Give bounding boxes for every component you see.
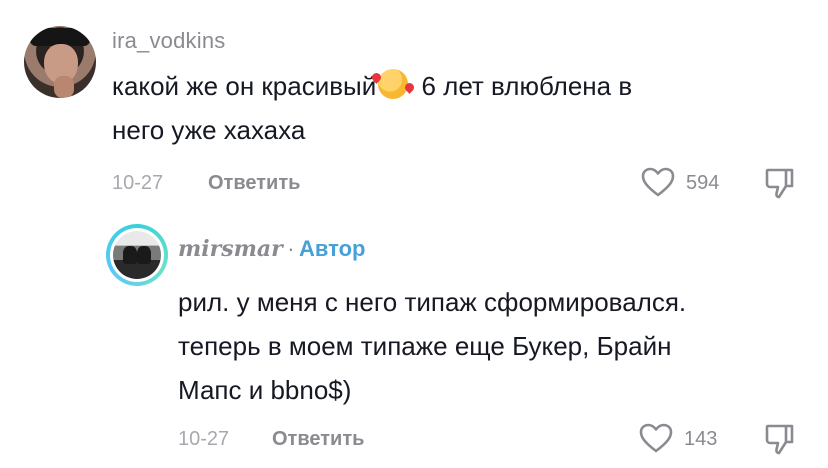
avatar[interactable]: [24, 26, 96, 98]
smiling-face-with-hearts-icon: [378, 69, 409, 99]
reply-button[interactable]: Ответить: [272, 428, 364, 451]
author-badge: Автор: [298, 236, 366, 261]
like-count: 594: [686, 172, 720, 194]
heart-outline-icon: [641, 167, 675, 197]
comment-text: рил. у меня с него типаж сформировался. …: [178, 280, 808, 412]
separator-dot: ·: [287, 236, 295, 261]
avatar[interactable]: [106, 224, 168, 286]
reply-button[interactable]: Ответить: [208, 172, 300, 195]
comment-username[interactable]: ira_vodkins: [112, 28, 225, 54]
comment-username[interactable]: mirsmar: [178, 236, 283, 262]
avatar-inner: [110, 228, 164, 282]
comment-text-line: Мапс и bbno$): [178, 375, 352, 405]
comment-text-part: какой же он красивый: [112, 71, 377, 101]
avatar-hand-shape: [54, 76, 74, 98]
avatar-person-shape: [137, 246, 151, 264]
comment-text-line: рил. у меня с него типаж сформировался.: [178, 287, 687, 317]
avatar-person-shape: [123, 246, 137, 264]
comment-text: какой же он красивый 6 лет влюблена в не…: [112, 64, 812, 152]
like-button[interactable]: [638, 422, 674, 454]
dislike-button[interactable]: [764, 422, 796, 456]
thumbs-down-outline-icon: [765, 168, 794, 199]
comment-text-part: 6 лет влюблена в: [414, 71, 633, 101]
comment-date: 10-27: [178, 428, 230, 450]
comment-header: mirsmar · Автор: [178, 236, 365, 262]
dislike-button[interactable]: [764, 166, 796, 200]
like-count: 143: [684, 428, 718, 450]
heart-outline-icon: [639, 423, 673, 453]
comment-date: 10-27: [112, 172, 164, 194]
like-button[interactable]: [640, 166, 676, 198]
comment-text-part: него уже хахаха: [112, 115, 306, 145]
comment-text-line: теперь в моем типаже еще Букер, Брайн: [178, 331, 672, 361]
thumbs-down-outline-icon: [765, 424, 794, 455]
